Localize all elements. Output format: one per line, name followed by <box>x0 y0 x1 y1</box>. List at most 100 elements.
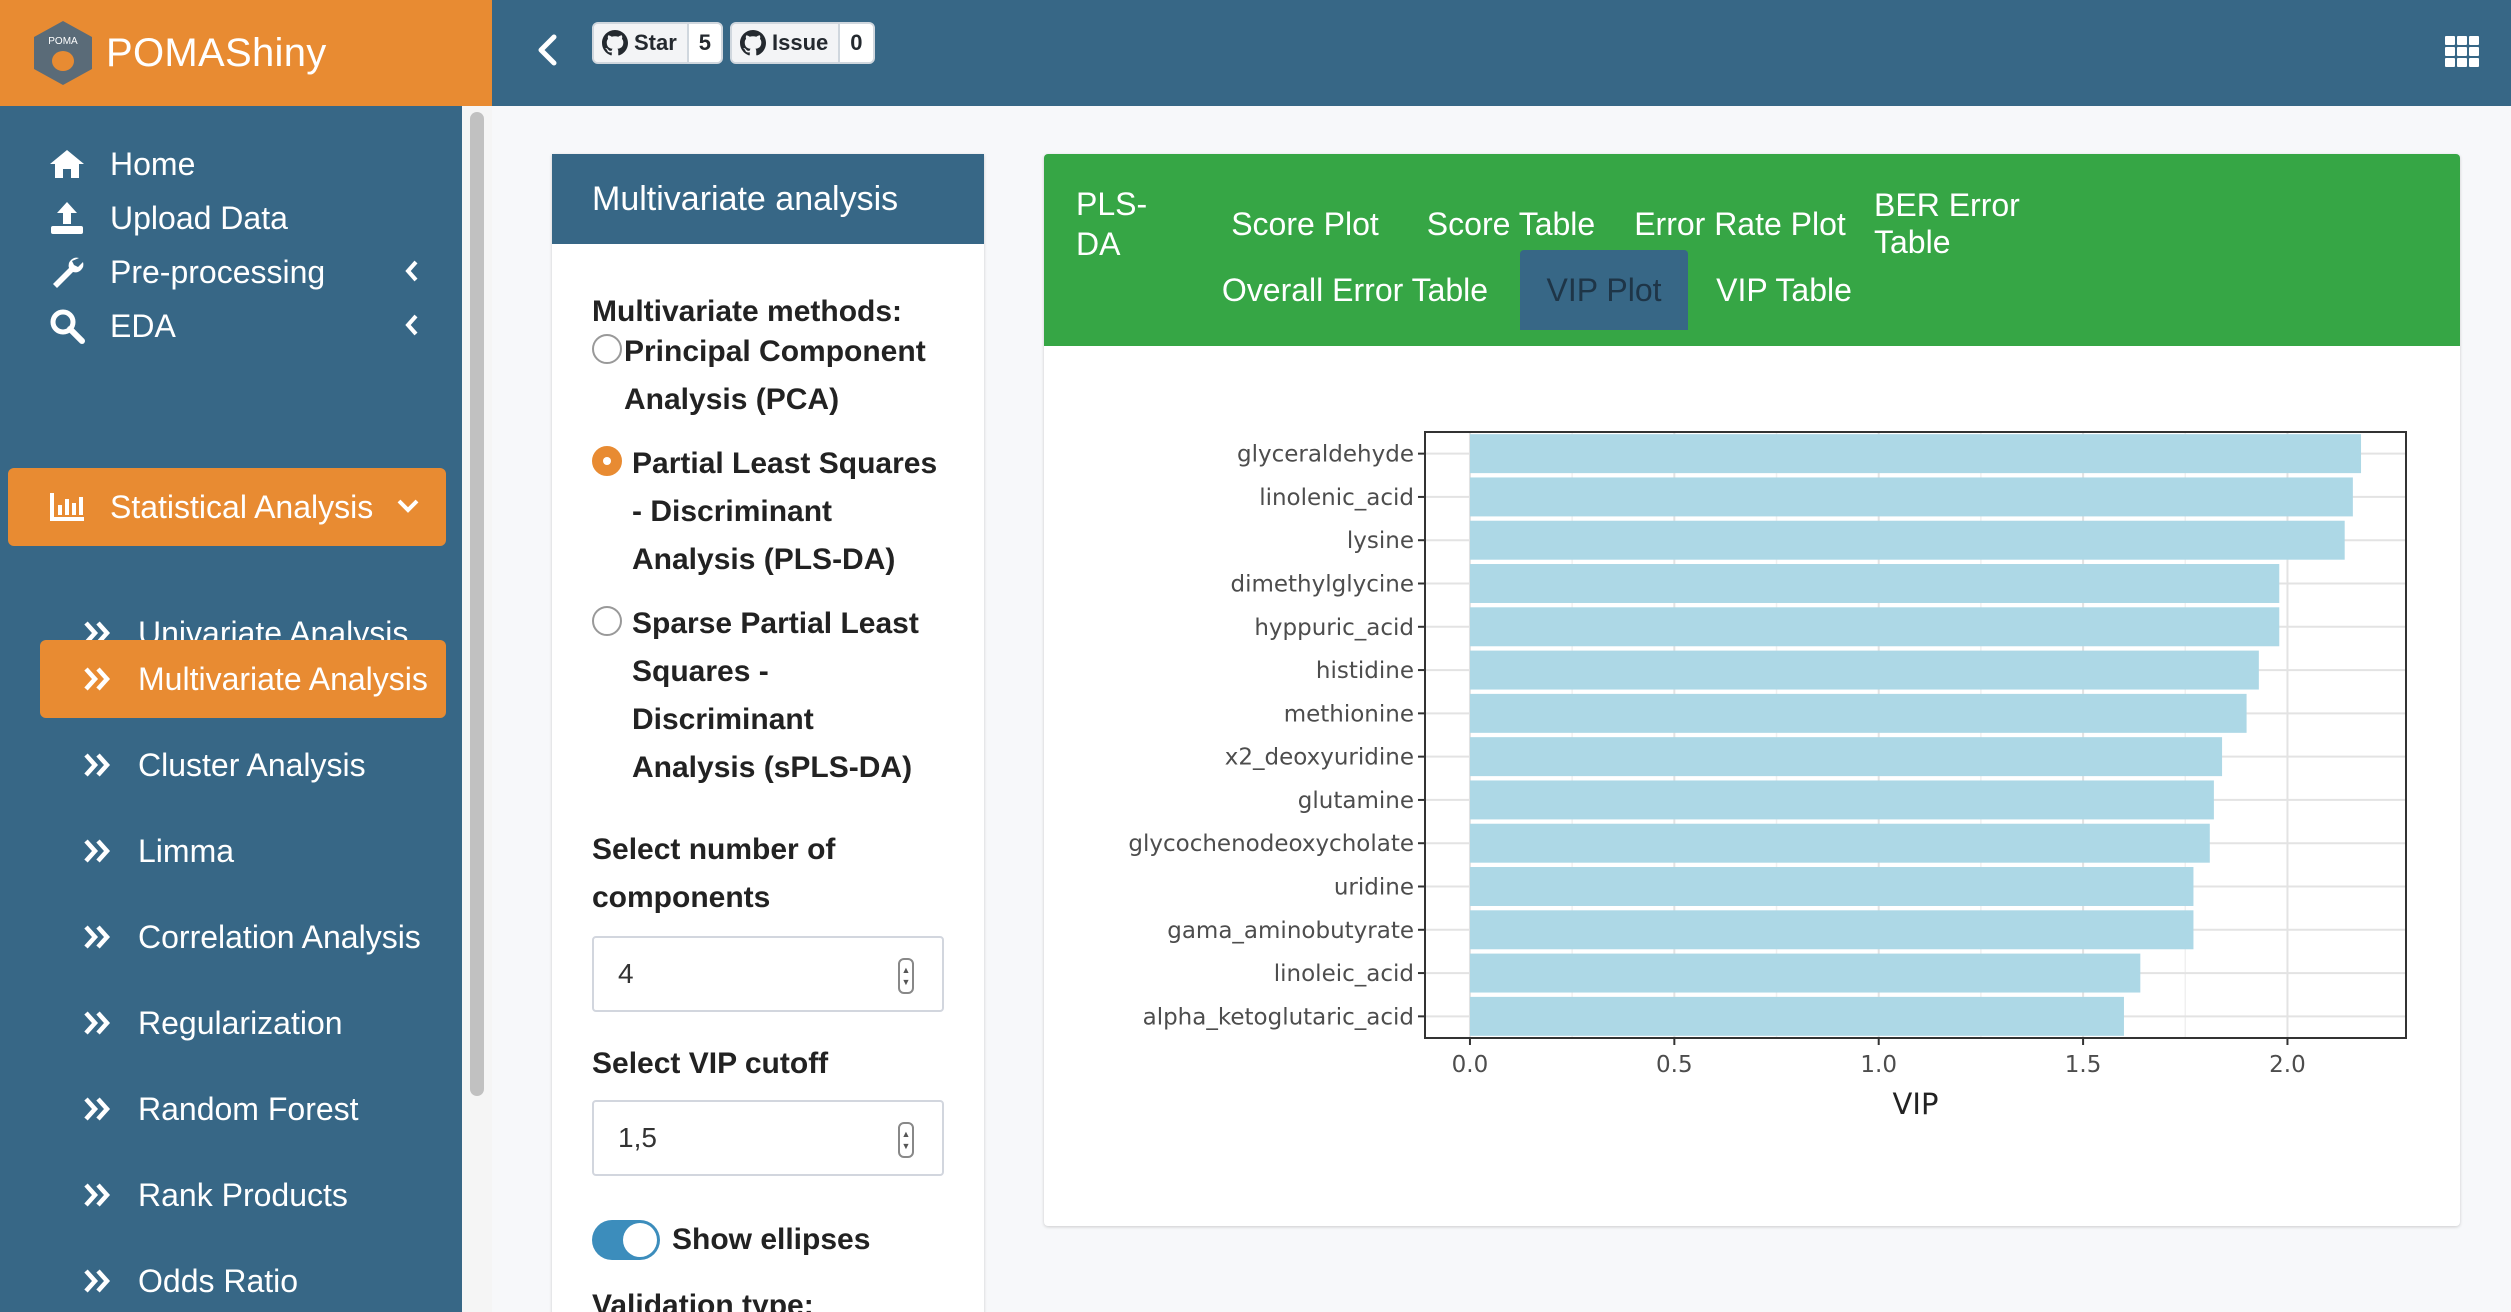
vip-bar <box>1469 477 2353 517</box>
sidebar-subitem-random-forest[interactable]: Random Forest <box>40 1070 446 1148</box>
tab-label: VIP Table <box>1716 271 1852 308</box>
sidebar-subitem-limma[interactable]: Limma <box>40 812 446 890</box>
sidebar-toggle-button[interactable] <box>532 30 562 70</box>
vip-bar <box>1469 693 2247 733</box>
vip-bar <box>1469 996 2124 1036</box>
tab-ber-error-table[interactable]: BER Error Table <box>1874 184 2100 264</box>
sidebar-item-label: Upload Data <box>110 199 288 236</box>
sidebar-subitem-odds-ratio[interactable]: Odds Ratio <box>40 1242 446 1312</box>
sidebar-item-eda[interactable]: EDA <box>8 286 446 366</box>
y-tick-label: hyppuric_acid <box>1254 615 1414 641</box>
x-tick-label: 0.0 <box>1452 1052 1489 1078</box>
double-chevron-right-icon <box>82 921 114 953</box>
vip-bar <box>1469 520 2345 560</box>
ellipses-toggle-row[interactable]: Show ellipses <box>592 1216 944 1264</box>
sidebar-subitem-label: Odds Ratio <box>138 1262 299 1299</box>
sidebar-subitem-correlation-analysis[interactable]: Correlation Analysis <box>40 898 446 976</box>
radio-button-checked[interactable] <box>592 446 622 476</box>
logo-area[interactable]: POMA POMAShiny <box>0 0 492 106</box>
y-tick-label: gama_aminobutyrate <box>1167 918 1414 944</box>
bar-chart-icon <box>46 486 88 528</box>
sidebar-subitem-label: Rank Products <box>138 1176 348 1213</box>
sidebar-subitem-label: Multivariate Analysis <box>138 660 428 697</box>
double-chevron-right-icon <box>82 749 114 781</box>
github-icon <box>740 30 766 56</box>
validation-type-label: Validation type: <box>592 1289 814 1312</box>
y-tick-label: linolenic_acid <box>1259 485 1414 511</box>
radio-label: Partial Least Squares - Discriminant Ana… <box>632 447 938 576</box>
y-tick-label: linoleic_acid <box>1274 961 1414 987</box>
sidebar-item-statistical-analysis[interactable]: Statistical Analysis <box>8 468 446 546</box>
github-issue-widget[interactable]: Issue 0 <box>730 22 875 64</box>
panel-title: Multivariate analysis <box>552 154 984 244</box>
y-tick-label: alpha_ketoglutaric_acid <box>1143 1004 1414 1030</box>
github-star-count[interactable]: 5 <box>688 24 722 62</box>
tab-label: BER Error Table <box>1874 187 2020 260</box>
sidebar-item-label: Pre-processing <box>110 253 326 290</box>
poma-logo-icon: POMA <box>34 21 92 85</box>
top-navbar: Star 5 Issue 0 <box>492 0 2511 106</box>
vip-bar <box>1469 867 2194 906</box>
multivariate-settings-panel: Multivariate analysis Multivariate metho… <box>552 154 984 1312</box>
github-star-widget[interactable]: Star 5 <box>592 22 724 64</box>
vip-bar <box>1469 434 2362 474</box>
chevron-left-icon <box>538 34 557 66</box>
apps-grid-icon[interactable] <box>2445 36 2479 67</box>
vip-cutoff-label: Select VIP cutoff <box>592 1047 829 1080</box>
sidebar-subitem-label: Correlation Analysis <box>138 918 421 955</box>
tabbox-header: PLS-DA Score Plot Score Table Error Rate… <box>1044 154 2460 346</box>
vip-cutoff-input[interactable]: 1,5 ▲ ▼ <box>592 1100 944 1176</box>
ellipses-toggle-switch[interactable] <box>592 1220 660 1260</box>
sidebar-subitem-label: Random Forest <box>138 1090 359 1127</box>
components-input[interactable]: 4 ▲ ▼ <box>592 936 944 1012</box>
tab-vip-plot[interactable]: VIP Plot <box>1520 250 1688 330</box>
radio-button[interactable] <box>592 334 622 364</box>
vip-bar <box>1469 650 2259 690</box>
components-value: 4 <box>618 958 634 989</box>
vip-bar <box>1469 780 2214 820</box>
double-chevron-right-icon <box>82 1093 114 1125</box>
github-icon <box>602 30 628 56</box>
vip-bar <box>1469 564 2280 603</box>
y-tick-label: uridine <box>1334 875 1414 901</box>
y-tick-label: glutamine <box>1298 788 1414 814</box>
sidebar-item-label: Home <box>110 145 196 182</box>
sidebar-subitem-cluster-analysis[interactable]: Cluster Analysis <box>40 726 446 804</box>
sidebar-scrollbar[interactable] <box>462 106 492 1312</box>
sidebar-subitem-rank-products[interactable]: Rank Products <box>40 1156 446 1234</box>
radio-option-splsda[interactable]: Sparse Partial Least Squares - Discrimin… <box>592 600 944 792</box>
chevron-down-icon <box>397 499 419 513</box>
vip-bar-chart: glyceraldehyde linolenic_acidlysine dimeth… <box>1128 431 2407 1121</box>
vip-bar <box>1469 910 2194 950</box>
y-tick-label: glycochenodeoxycholate <box>1128 831 1414 857</box>
tab-overall-error-table[interactable]: Overall Error Table <box>1220 250 1490 330</box>
double-chevron-right-icon <box>82 1265 114 1297</box>
chevron-left-icon <box>405 260 418 282</box>
radio-option-pca[interactable]: Principal Component Analysis (PCA) <box>592 328 944 424</box>
radio-label: Principal Component Analysis (PCA) <box>624 335 926 416</box>
tab-vip-table[interactable]: VIP Table <box>1700 250 1868 330</box>
github-star-button[interactable]: Star <box>594 24 689 62</box>
sidebar-scrollbar-thumb[interactable] <box>470 112 484 1096</box>
x-axis-title: VIP <box>1893 1087 1939 1121</box>
tab-label: Score Plot <box>1231 205 1379 242</box>
sidebar-subitem-multivariate-analysis[interactable]: Multivariate Analysis <box>40 640 446 718</box>
x-tick-label: 1.5 <box>2065 1052 2102 1078</box>
spinner-icon[interactable]: ▲ ▼ <box>898 1122 914 1158</box>
radio-option-plsda[interactable]: Partial Least Squares - Discriminant Ana… <box>592 440 944 584</box>
github-issue-count[interactable]: 0 <box>840 24 873 62</box>
vip-cutoff-value: 1,5 <box>618 1122 657 1153</box>
radio-button[interactable] <box>592 606 622 636</box>
tab-label: Error Rate Plot <box>1634 205 1846 242</box>
ellipses-label: Show ellipses <box>672 1223 871 1256</box>
double-chevron-right-icon <box>82 1179 114 1211</box>
double-chevron-right-icon <box>82 835 114 867</box>
github-issue-button[interactable]: Issue <box>732 24 841 62</box>
x-tick-label: 2.0 <box>2269 1052 2306 1078</box>
sidebar-subitem-regularization[interactable]: Regularization <box>40 984 446 1062</box>
plsda-tabbox: PLS-DA Score Plot Score Table Error Rate… <box>1044 154 2460 1226</box>
vip-bar <box>1469 953 2141 993</box>
spinner-icon[interactable]: ▲ ▼ <box>898 958 914 994</box>
double-chevron-right-icon <box>82 663 114 695</box>
search-icon <box>46 305 88 347</box>
